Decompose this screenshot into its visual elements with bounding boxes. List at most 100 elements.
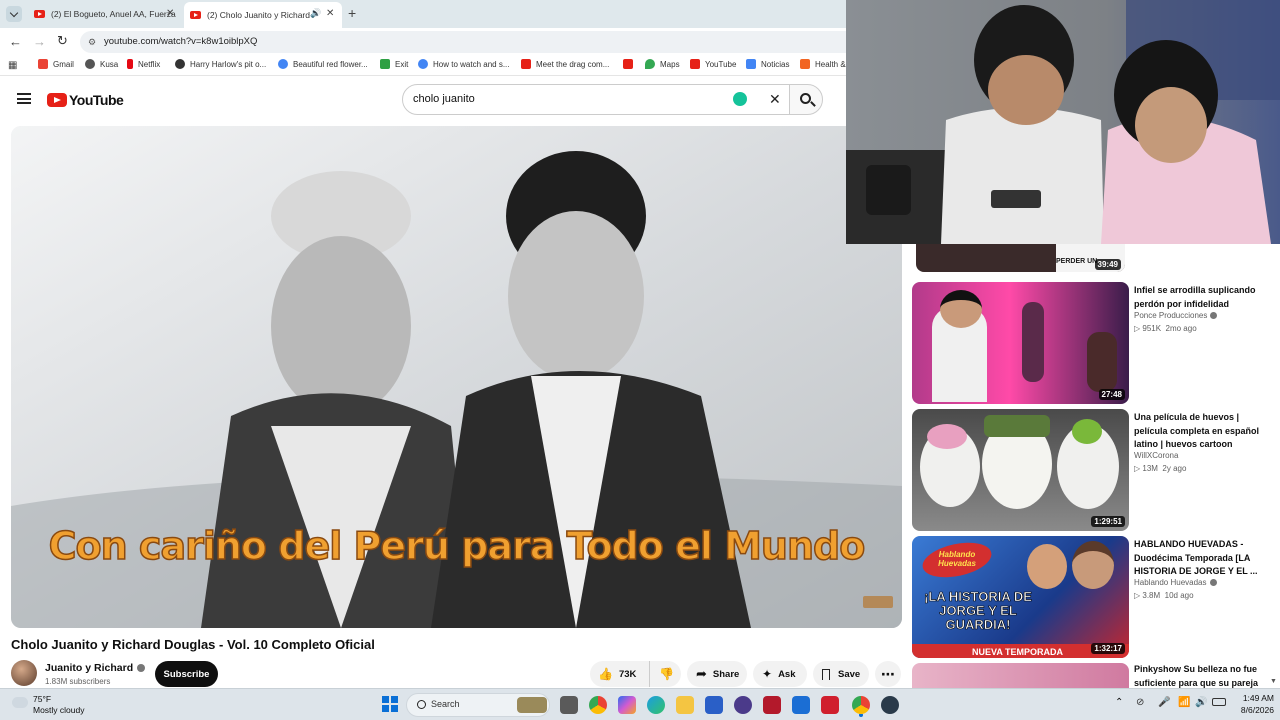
proton-icon[interactable] [734, 696, 752, 714]
like-count: 73K [618, 668, 637, 680]
start-button[interactable] [382, 696, 398, 712]
clear-search-icon[interactable]: ✕ [769, 85, 781, 114]
kusa-icon [85, 59, 95, 69]
youtube-favicon-icon [34, 10, 45, 18]
search-highlight-icon [517, 697, 547, 713]
recommendation-thumbnail[interactable]: Hablando Huevadas ¡LA HISTORIA DE JORGE … [912, 536, 1129, 658]
bookmark-youtube[interactable]: YouTube [690, 59, 736, 69]
recommendation-item[interactable]: Hablando Huevadas ¡LA HISTORIA DE JORGE … [912, 536, 1272, 658]
search-input[interactable]: cholo juanito ✕ [402, 84, 790, 115]
audio-icon[interactable]: 🔊 [310, 8, 321, 19]
youtube-icon [521, 59, 531, 69]
site-info-icon[interactable]: ⚙ [88, 31, 96, 53]
video-duration: 39:49 [1094, 259, 1121, 270]
bookmark-health[interactable]: Health & [800, 59, 846, 69]
bookmark-exit[interactable]: Exit [380, 59, 408, 69]
search-icon [417, 700, 426, 709]
bookmark-netflix[interactable]: Netflix [127, 59, 160, 69]
address-bar[interactable]: ⚙ youtube.com/watch?v=k8w1oiblpXQ [80, 31, 880, 53]
app-red-icon[interactable] [763, 696, 781, 714]
weather-condition: Mostly cloudy [33, 705, 85, 715]
recommendation-thumbnail-partial[interactable]: PERDER UN 39:49 [916, 244, 1125, 272]
close-icon[interactable]: ✕ [326, 8, 334, 19]
recommendation-title[interactable]: Una película de huevos | película comple… [1134, 411, 1266, 452]
gmail-icon [38, 59, 48, 69]
mail-icon[interactable] [792, 696, 810, 714]
bookmark-youtube-short[interactable] [623, 59, 638, 69]
recommendation-meta: ▷ 13M 2y ago [1134, 464, 1187, 473]
close-icon[interactable]: ✕ [166, 8, 174, 19]
volume-icon[interactable]: 🔊 [1195, 697, 1207, 708]
channel-avatar[interactable] [11, 660, 37, 686]
back-icon[interactable]: ← [9, 34, 22, 49]
copilot-icon[interactable] [618, 696, 636, 714]
menu-icon[interactable] [17, 93, 31, 104]
bookmark-how-to-watch[interactable]: How to watch and s... [418, 59, 509, 69]
recommendation-thumbnail[interactable] [912, 663, 1129, 688]
globe-icon [175, 59, 185, 69]
recommendation-channel[interactable]: Hablando Huevadas [1134, 578, 1217, 587]
chrome-active-icon[interactable] [852, 696, 870, 714]
recommendation-title[interactable]: Infiel se arrodilla suplicando perdón po… [1134, 284, 1266, 311]
bookmark-drag-com[interactable]: Meet the drag com... [521, 59, 609, 69]
recommendation-thumbnail[interactable]: 27:48 [912, 282, 1129, 404]
scroll-down-icon[interactable]: ▼ [1270, 678, 1277, 685]
apps-grid-icon[interactable]: ▦ [8, 60, 17, 71]
recommendation-item[interactable]: 1:29:51 Una película de huevos | películ… [912, 409, 1272, 531]
bookmark-kusa[interactable]: Kusa [85, 59, 118, 69]
recommendation-title[interactable]: Pinkyshow Su belleza no fue suficiente p… [1134, 663, 1266, 688]
bookmark-harry-harlow[interactable]: Harry Harlow's pit o... [175, 59, 266, 69]
weather-widget[interactable]: 75°F Mostly cloudy [8, 692, 118, 718]
recommendation-item[interactable]: Pinkyshow Su belleza no fue suficiente p… [912, 663, 1272, 688]
network-off-icon[interactable]: ⊘ [1136, 697, 1144, 708]
video-player[interactable]: Con cariño del Perú para Todo el Mundo [11, 126, 902, 628]
bookmark-gmail[interactable]: Gmail [38, 59, 74, 69]
recommendation-channel[interactable]: Ponce Producciones [1134, 311, 1218, 320]
reload-icon[interactable]: ↻ [57, 33, 68, 49]
share-button[interactable]: ➦ Share [687, 661, 747, 687]
netflix-icon [127, 59, 133, 69]
recommendation-channel[interactable]: WillXCorona [1134, 451, 1178, 460]
system-clock[interactable]: 1:49 AM 8/6/2026 [1230, 692, 1274, 716]
battery-icon[interactable] [1212, 698, 1226, 706]
tab-1[interactable]: (2) El Bogueto, Anuel AA, Fuerza [30, 4, 180, 24]
task-view-icon[interactable] [560, 696, 578, 714]
youtube-play-icon [47, 93, 67, 107]
exit-icon [380, 59, 390, 69]
url-text: youtube.com/watch?v=k8w1oiblpXQ [104, 36, 258, 47]
wifi-icon[interactable]: 📶 [1178, 697, 1190, 708]
share-icon: ➦ [696, 666, 707, 681]
tab-search-button[interactable] [6, 6, 22, 22]
bookmark-noticias[interactable]: Noticias [746, 59, 789, 69]
bookmark-maps[interactable]: Maps [645, 59, 680, 69]
taskbar-search[interactable]: Search [406, 693, 550, 717]
steam-icon[interactable] [881, 696, 899, 714]
recommendation-meta: ▷ 3.8M 10d ago [1134, 591, 1194, 600]
chrome-icon[interactable] [589, 696, 607, 714]
subscriber-count: 1.83M subscribers [45, 677, 111, 686]
show-hidden-icons[interactable]: ⌃ [1115, 697, 1123, 708]
grammarly-icon[interactable] [733, 92, 747, 106]
like-button[interactable]: 👍 73K [590, 661, 650, 687]
search-button[interactable] [789, 84, 823, 115]
youtube-logo[interactable]: YouTube [47, 92, 124, 108]
channel-name[interactable]: Juanito y Richard [45, 662, 146, 674]
edge-icon[interactable] [647, 696, 665, 714]
video-overlay-text: Con cariño del Perú para Todo el Mundo [48, 523, 866, 569]
store-icon[interactable] [705, 696, 723, 714]
ask-button[interactable]: ✦ Ask [753, 661, 807, 687]
file-explorer-icon[interactable] [676, 696, 694, 714]
app-l-icon[interactable] [821, 696, 839, 714]
thumbs-down-icon[interactable]: 👎 [659, 667, 674, 681]
recommendation-thumbnail[interactable]: 1:29:51 [912, 409, 1129, 531]
microphone-icon[interactable]: 🎤 [1158, 697, 1170, 708]
recommendation-title[interactable]: HABLANDO HUEVADAS - Duodécima Temporada … [1134, 538, 1266, 579]
subscribe-button[interactable]: Subscribe [155, 661, 218, 687]
more-actions-button[interactable]: ⋯ [875, 661, 901, 687]
recommendation-item[interactable]: 27:48 Infiel se arrodilla suplicando per… [912, 282, 1272, 404]
verified-icon [1210, 312, 1218, 319]
save-button[interactable]: Save [813, 661, 869, 687]
bookmark-red-flower[interactable]: Beautiful red flower... [278, 59, 368, 69]
new-tab-icon[interactable]: + [348, 5, 356, 21]
forward-icon[interactable]: → [33, 34, 46, 49]
